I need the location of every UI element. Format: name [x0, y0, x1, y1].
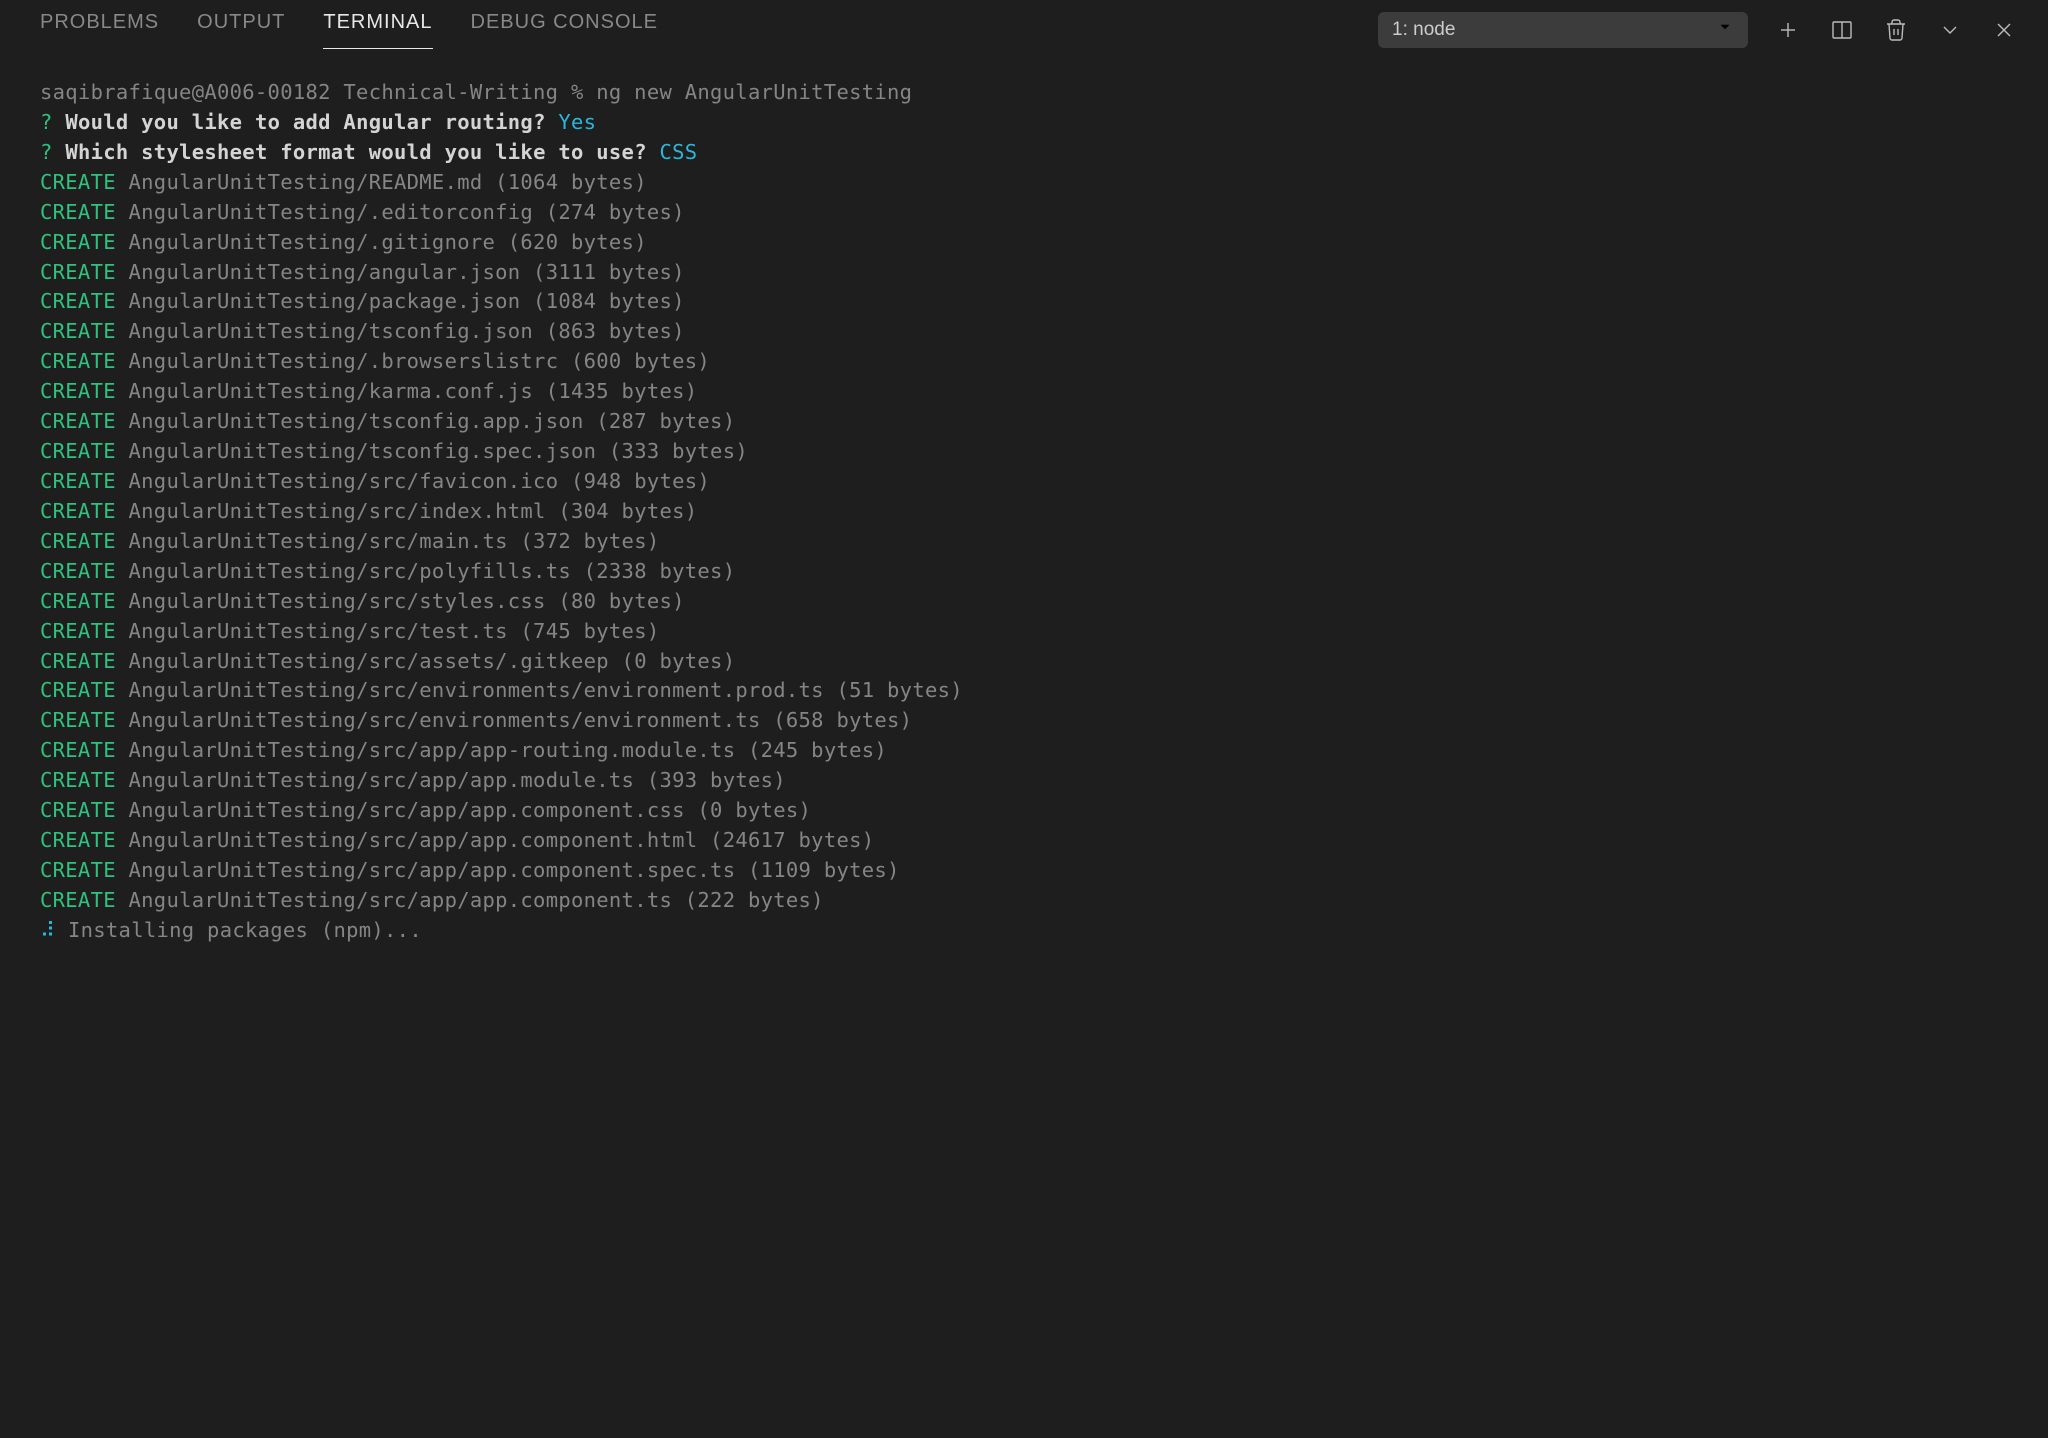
terminal-line: CREATE AngularUnitTesting/src/styles.css…	[40, 587, 2008, 617]
terminal-line: CREATE AngularUnitTesting/tsconfig.spec.…	[40, 437, 2008, 467]
terminal-line: CREATE AngularUnitTesting/src/app/app.co…	[40, 826, 2008, 856]
terminal-line: CREATE AngularUnitTesting/.gitignore (62…	[40, 228, 2008, 258]
terminal-line: CREATE AngularUnitTesting/tsconfig.app.j…	[40, 407, 2008, 437]
terminal-line: CREATE AngularUnitTesting/.editorconfig …	[40, 198, 2008, 228]
terminal-selector[interactable]: 1: node	[1378, 12, 1748, 48]
terminal-controls: 1: node	[1378, 12, 2018, 48]
terminal-line: CREATE AngularUnitTesting/src/environmen…	[40, 706, 2008, 736]
maximize-panel-button[interactable]	[1936, 16, 1964, 44]
tab-debug-console[interactable]: DEBUG CONSOLE	[471, 11, 658, 49]
terminal-line: CREATE AngularUnitTesting/src/app/app.co…	[40, 796, 2008, 826]
terminal-line: CREATE AngularUnitTesting/src/app/app.mo…	[40, 766, 2008, 796]
terminal-line: CREATE AngularUnitTesting/src/polyfills.…	[40, 557, 2008, 587]
terminal-line: CREATE AngularUnitTesting/src/environmen…	[40, 676, 2008, 706]
terminal-line: CREATE AngularUnitTesting/src/app/app-ro…	[40, 736, 2008, 766]
terminal-line: saqibrafique@A006-00182 Technical-Writin…	[40, 78, 2008, 108]
chevron-down-icon	[1716, 18, 1734, 42]
close-panel-button[interactable]	[1990, 16, 2018, 44]
terminal-line: ⠼ Installing packages (npm)...	[40, 916, 2008, 946]
terminal-selector-label: 1: node	[1392, 19, 1455, 41]
terminal-output[interactable]: saqibrafique@A006-00182 Technical-Writin…	[0, 60, 2048, 964]
terminal-line: CREATE AngularUnitTesting/src/index.html…	[40, 497, 2008, 527]
terminal-line: CREATE AngularUnitTesting/angular.json (…	[40, 258, 2008, 288]
split-terminal-button[interactable]	[1828, 16, 1856, 44]
new-terminal-button[interactable]	[1774, 16, 1802, 44]
terminal-line: CREATE AngularUnitTesting/README.md (106…	[40, 168, 2008, 198]
terminal-line: ? Which stylesheet format would you like…	[40, 138, 2008, 168]
kill-terminal-button[interactable]	[1882, 16, 1910, 44]
terminal-line: CREATE AngularUnitTesting/package.json (…	[40, 287, 2008, 317]
panel-tabs: PROBLEMS OUTPUT TERMINAL DEBUG CONSOLE	[40, 11, 658, 49]
terminal-line: CREATE AngularUnitTesting/karma.conf.js …	[40, 377, 2008, 407]
terminal-line: CREATE AngularUnitTesting/src/app/app.co…	[40, 886, 2008, 916]
terminal-line: CREATE AngularUnitTesting/src/app/app.co…	[40, 856, 2008, 886]
tab-output[interactable]: OUTPUT	[197, 11, 285, 49]
tab-terminal[interactable]: TERMINAL	[323, 11, 432, 49]
terminal-line: CREATE AngularUnitTesting/src/main.ts (3…	[40, 527, 2008, 557]
terminal-line: CREATE AngularUnitTesting/src/test.ts (7…	[40, 617, 2008, 647]
tab-problems[interactable]: PROBLEMS	[40, 11, 159, 49]
terminal-line: CREATE AngularUnitTesting/tsconfig.json …	[40, 317, 2008, 347]
terminal-line: ? Would you like to add Angular routing?…	[40, 108, 2008, 138]
terminal-line: CREATE AngularUnitTesting/src/favicon.ic…	[40, 467, 2008, 497]
terminal-line: CREATE AngularUnitTesting/.browserslistr…	[40, 347, 2008, 377]
terminal-line: CREATE AngularUnitTesting/src/assets/.gi…	[40, 647, 2008, 677]
panel-header: PROBLEMS OUTPUT TERMINAL DEBUG CONSOLE 1…	[0, 0, 2048, 60]
